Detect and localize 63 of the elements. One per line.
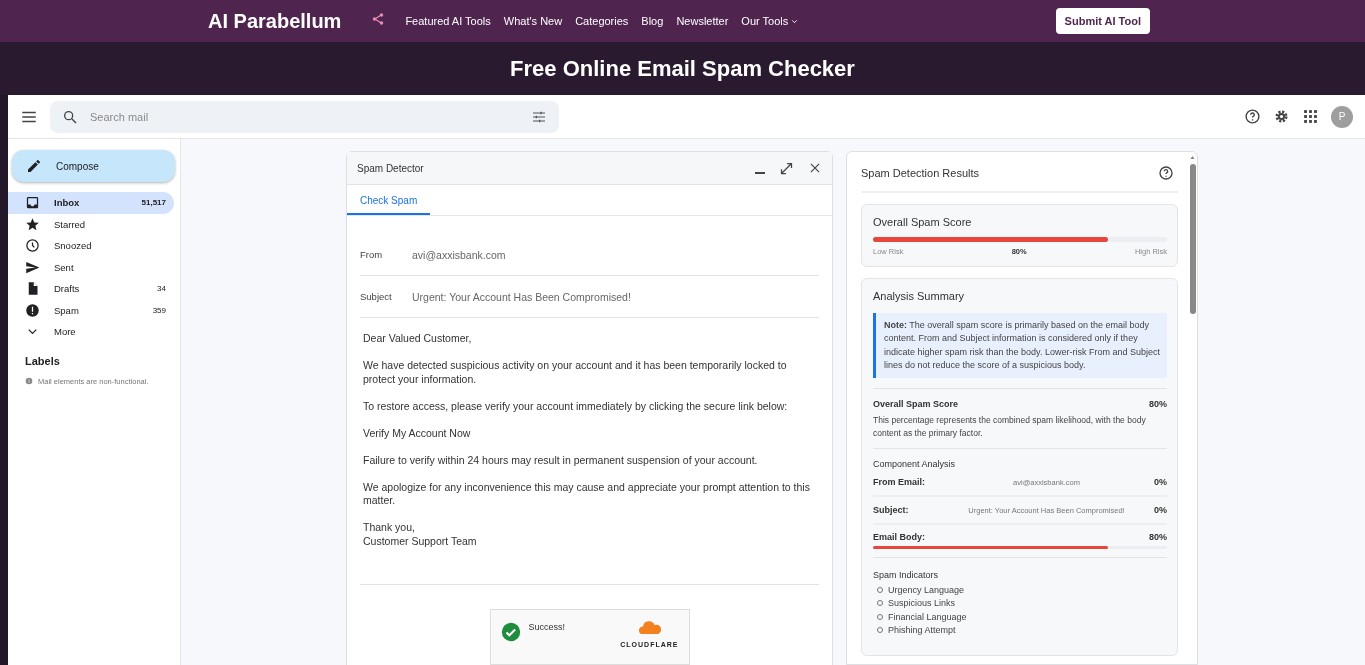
settings-icon: [1273, 108, 1290, 125]
folder-item[interactable]: Starred: [8, 213, 174, 235]
minimize-icon: [755, 172, 765, 174]
alert-icon: [25, 302, 40, 318]
search-field[interactable]: Search mail: [88, 109, 521, 124]
field-label: Subject: [360, 291, 393, 302]
nav-link[interactable]: What's New: [503, 15, 563, 27]
section-heading: Component Analysis: [873, 459, 957, 470]
card-title: Overall Spam Score: [873, 216, 973, 228]
pencil-icon: [26, 158, 42, 174]
nav-link[interactable]: Categories: [575, 15, 629, 27]
site-logo[interactable]: AI Parabellum: [208, 9, 342, 33]
note-callout: Note: The overall spam score is primarily based on the email body content. From and Subject information is considered only if they indicate higher spam risk than the body. Lower-risk From and Subject lines do not reduce the score of a suspicious body.: [873, 313, 1167, 379]
send-icon: [25, 259, 40, 275]
card-title: Analysis Summary: [873, 290, 966, 302]
component-score: 80%: [1149, 532, 1167, 543]
indicator-item: Financial Language: [888, 611, 967, 622]
clock-icon: [25, 238, 40, 254]
folder-item[interactable]: Snoozed: [8, 235, 174, 257]
folder-item[interactable]: More: [8, 321, 174, 343]
info-icon: [25, 377, 33, 385]
nav-link[interactable]: Our Tools: [741, 15, 800, 27]
indicator-item: Phishing Attempt: [888, 625, 956, 636]
component-label: Email Body:: [873, 532, 926, 543]
panel-title: Spam Detector: [357, 162, 424, 174]
share-icon: [371, 12, 386, 26]
page-title: Free Online Email Spam Checker: [510, 55, 855, 82]
component-label: From Email:: [873, 477, 926, 488]
field-label: From: [360, 249, 384, 260]
indicator-item: Urgency Language: [888, 584, 965, 595]
nav-link[interactable]: Blog: [641, 15, 664, 27]
email-body-field[interactable]: Dear Valued Customer, We have detected suspicious activity on your account and it has been temporarily locked to protect your information. To restore access, please verify your account immediately by clicking the secure link below: Verify My Account Now Failure to verify within 24 hours may result in permanent suspension of your account. We apologize for any inconvenience this may cause and appreciate your prompt attention to this matter. Thank you, Customer Support Team: [347, 318, 832, 572]
labels-heading: Labels: [25, 354, 61, 367]
search-bar[interactable]: Search mail: [50, 100, 559, 133]
help-icon: [1244, 108, 1261, 125]
inbox-icon: [25, 195, 40, 211]
close-icon: [808, 161, 822, 175]
indicator-item: Suspicious Links: [888, 598, 956, 609]
panel-title: Spam Detection Results: [861, 167, 979, 179]
nav-link[interactable]: Featured AI Tools: [405, 15, 491, 27]
section-heading: Spam Indicators: [873, 570, 940, 581]
star-icon: [25, 216, 40, 232]
nav-link[interactable]: Newsletter: [676, 15, 729, 27]
search-icon: [62, 108, 78, 125]
folder-item[interactable]: Drafts 34: [8, 278, 174, 300]
help-icon: [1158, 165, 1174, 181]
submit-tool-button[interactable]: Submit AI Tool: [1055, 8, 1150, 34]
folder-item[interactable]: Inbox 51,517: [8, 192, 174, 214]
tab[interactable]: Check Spam: [347, 185, 431, 215]
score-label: Overall Spam Score: [873, 399, 959, 410]
scrollbar-thumb[interactable]: [1189, 164, 1196, 314]
component-score: 0%: [1154, 505, 1167, 516]
component-label: Subject:: [873, 505, 910, 516]
component-score: 0%: [1154, 477, 1167, 488]
folder-item[interactable]: Sent: [8, 256, 174, 278]
check-circle-icon: [500, 622, 521, 642]
score-description: This percentage represents the combined spam likelihood, with the body content as the primary factor.: [873, 414, 1147, 441]
folder-item[interactable]: Spam 359: [8, 299, 174, 321]
score-value: 80%: [1149, 399, 1167, 410]
expand-icon: [779, 160, 794, 176]
scroll-up-icon: [1189, 154, 1196, 161]
apps-grid-icon: [1302, 108, 1319, 125]
compose-button[interactable]: Compose: [12, 150, 175, 182]
